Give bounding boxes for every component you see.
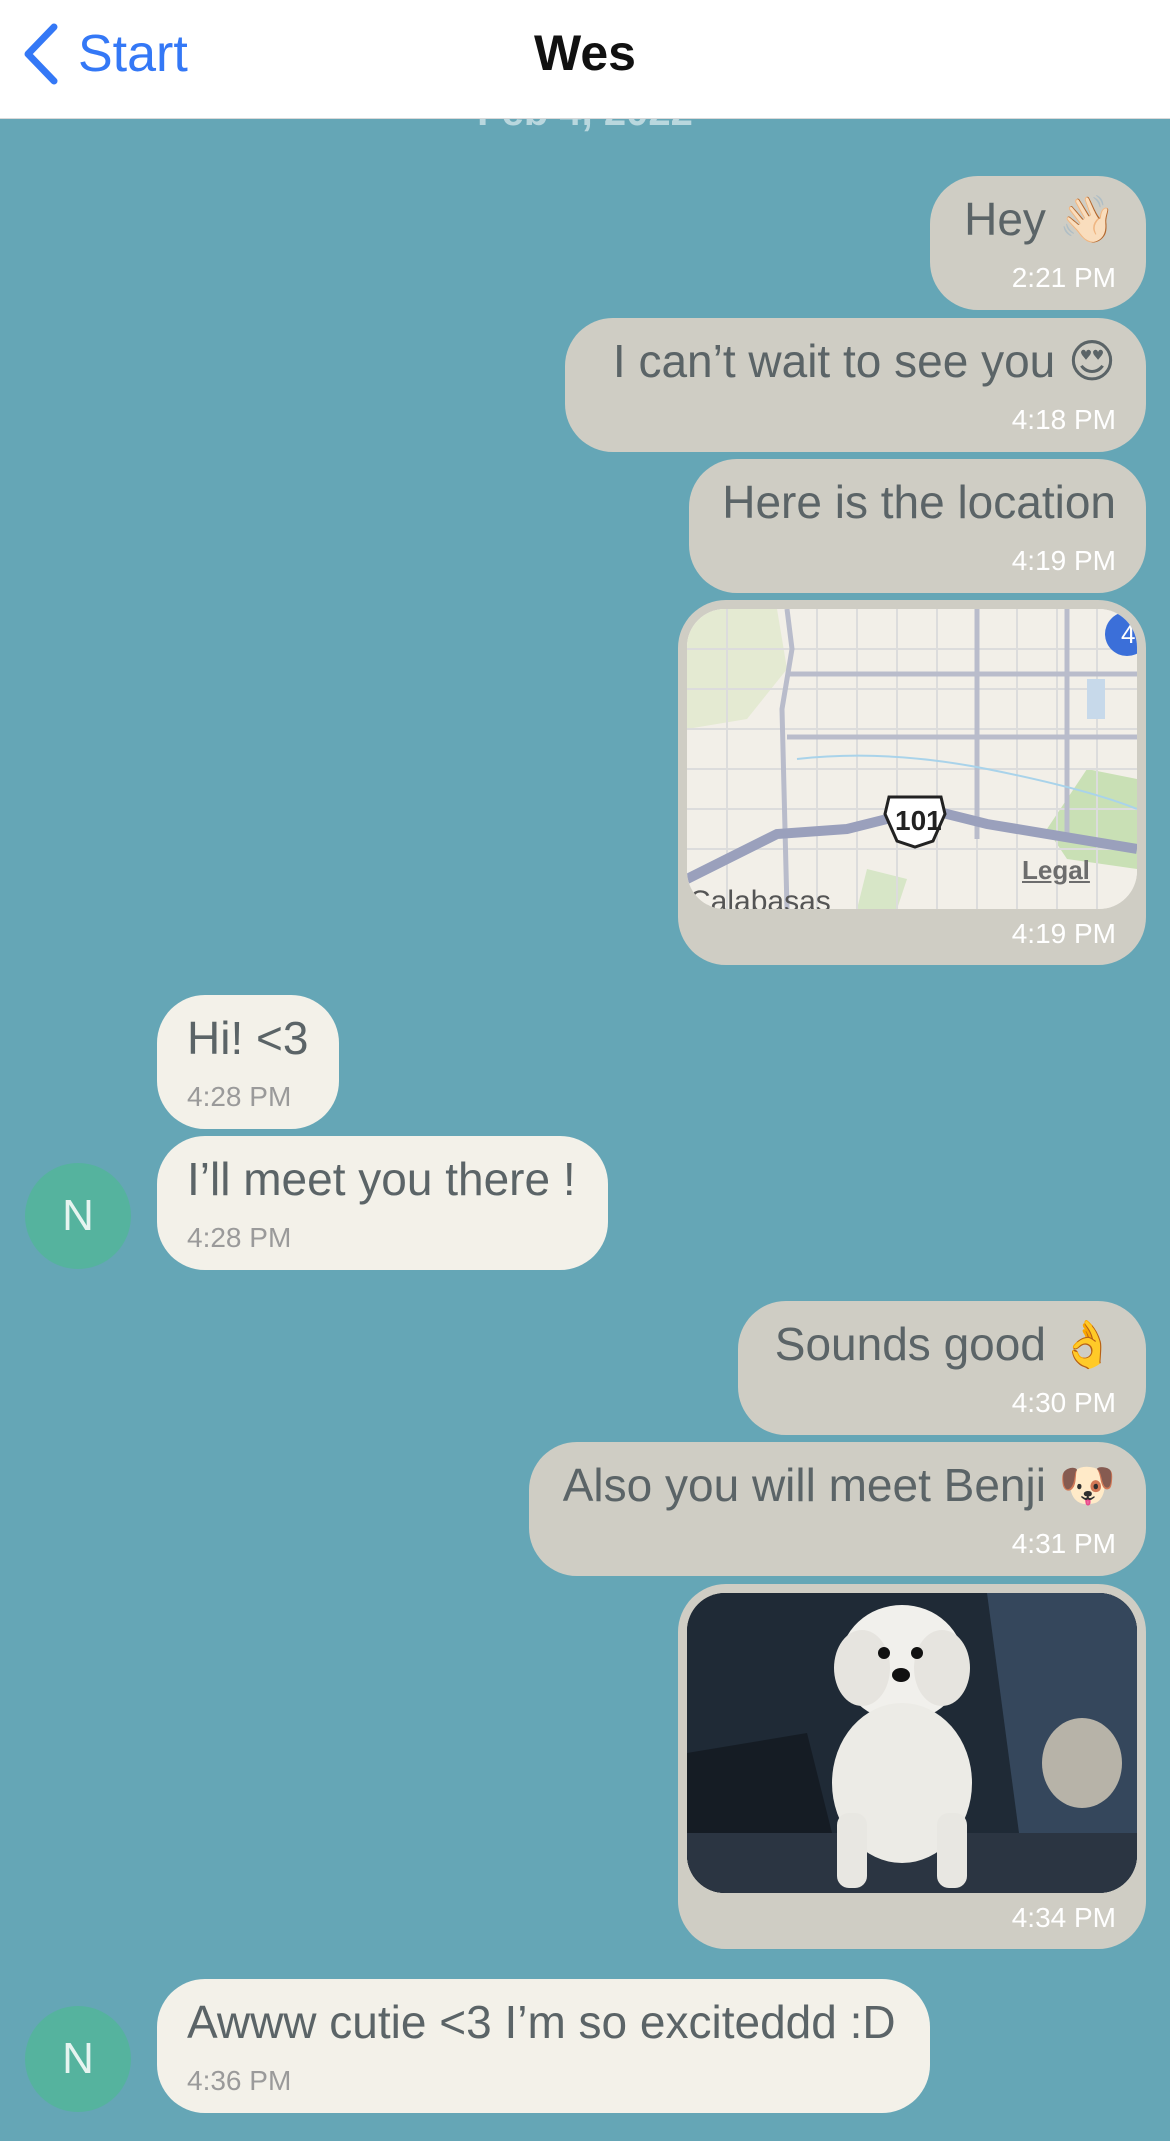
contact-avatar[interactable]: N <box>25 2006 131 2112</box>
message-time: 4:34 PM <box>1011 1902 1116 1933</box>
outgoing-message[interactable]: Hey 👋🏻 2:21 PM <box>930 176 1146 310</box>
outgoing-message[interactable]: Also you will meet Benji 🐶 4:31 PM <box>529 1442 1146 1576</box>
incoming-message[interactable]: Hi! <3 4:28 PM <box>157 995 339 1129</box>
message-time: 4:19 PM <box>1011 918 1116 949</box>
dog-face-emoji: 🐶 <box>1058 1458 1116 1512</box>
message-text: I can’t wait to see you <box>612 335 1056 387</box>
outgoing-message[interactable]: Sounds good 👌 4:30 PM <box>738 1301 1146 1435</box>
message-time: 4:31 PM <box>1011 1528 1116 1559</box>
photo-message[interactable]: 4:34 PM <box>678 1584 1146 1949</box>
interstate-shield-label: 4 <box>1121 619 1135 649</box>
map-thumbnail[interactable]: 4 101 Calabasas Legal <box>687 609 1137 909</box>
message-text: Hey <box>964 193 1046 245</box>
message-text: Here is the location <box>722 476 1116 528</box>
conversation-title: Wes <box>534 25 636 81</box>
map-legal-link[interactable]: Legal <box>1022 855 1090 886</box>
message-text: I’ll meet you there ! <box>187 1153 576 1205</box>
heart-eyes-emoji: 😍 <box>1068 334 1116 388</box>
dog-photo[interactable] <box>687 1593 1137 1893</box>
ok-hand-emoji: 👌 <box>1058 1317 1116 1371</box>
incoming-message[interactable]: Awww cutie <3 I’m so exciteddd :D 4:36 P… <box>157 1979 930 2113</box>
map-city-label: Calabasas <box>689 885 831 909</box>
location-message[interactable]: 4 101 Calabasas Legal 4:19 PM <box>678 600 1146 965</box>
message-text: Hi! <3 <box>187 1012 309 1064</box>
nav-header: Start Wes <box>0 0 1170 119</box>
highway-shield-label: 101 <box>895 805 942 836</box>
message-text: Awww cutie <3 I’m so exciteddd :D <box>187 1996 896 2048</box>
outgoing-message[interactable]: I can’t wait to see you 😍 4:18 PM <box>565 318 1146 452</box>
message-time: 4:28 PM <box>187 1222 292 1253</box>
waving-hand-emoji: 👋🏻 <box>1058 192 1116 246</box>
outgoing-message[interactable]: Here is the location 4:19 PM <box>689 459 1146 593</box>
contact-avatar[interactable]: N <box>25 1163 131 1269</box>
message-time: 4:36 PM <box>187 2065 292 2096</box>
incoming-message[interactable]: I’ll meet you there ! 4:28 PM <box>157 1136 608 1270</box>
dog-photo-graphic <box>687 1593 1137 1893</box>
message-time: 4:18 PM <box>1011 404 1116 435</box>
message-text: Sounds good <box>774 1318 1046 1370</box>
message-time: 4:30 PM <box>1011 1387 1116 1418</box>
message-time: 4:19 PM <box>1011 545 1116 576</box>
message-text: Also you will meet Benji <box>562 1459 1046 1511</box>
message-time: 2:21 PM <box>1011 262 1116 293</box>
message-time: 4:28 PM <box>187 1081 292 1112</box>
